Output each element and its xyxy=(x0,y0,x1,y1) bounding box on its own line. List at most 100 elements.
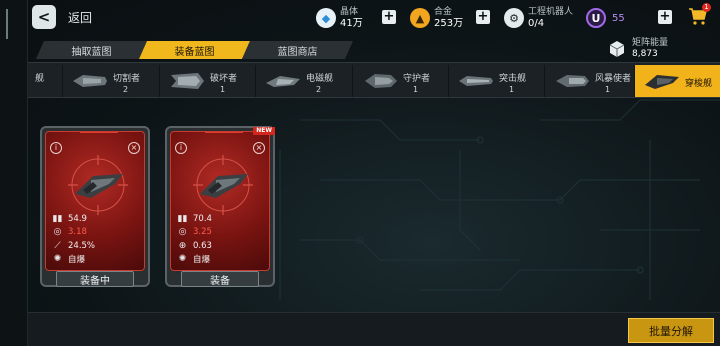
card-top-accent xyxy=(205,132,243,133)
blueprint-card[interactable]: i × ▮▮ 54.9 ◎ 3.18 ⟋ 24.5% ✺ 自爆 装备中 xyxy=(40,126,150,287)
rail-notch xyxy=(6,9,8,39)
ship-item-em[interactable]: 电磁舰 2 xyxy=(255,65,351,97)
info-icon[interactable]: i xyxy=(50,142,62,154)
tab-blueprint-shop[interactable]: 蓝图商店 xyxy=(242,41,353,59)
ship-item-assault[interactable]: 突击舰 1 xyxy=(448,65,544,97)
stat-skill: 自爆 xyxy=(193,255,211,266)
ship-icon xyxy=(645,75,679,89)
add-premium-button[interactable]: + xyxy=(658,10,672,24)
stat-row: ◎ 3.18 xyxy=(52,226,140,240)
ship-icon xyxy=(556,75,589,87)
resource-crystal-name: 晶体 xyxy=(340,7,359,17)
add-crystal-button[interactable]: + xyxy=(382,10,396,24)
ship-item-guardian[interactable]: 守护者 1 xyxy=(352,65,448,97)
stat-row: ▮▮ 70.4 xyxy=(177,212,265,226)
ship-item-destroyer[interactable]: 破坏者 1 xyxy=(159,65,255,97)
crystal-icon: ◆ xyxy=(316,8,336,28)
ship-icon xyxy=(73,75,107,87)
matrix-energy-name: 矩阵能量 xyxy=(632,38,669,48)
card-stats: ▮▮ 70.4 ◎ 3.25 ⊕ 0.63 ✺ 自爆 xyxy=(177,212,265,266)
alloy-icon: ▲ xyxy=(410,8,430,28)
resource-premium: U 55 xyxy=(586,5,625,31)
card-equip-button[interactable]: 装备 xyxy=(181,271,259,287)
ship-count: 1 xyxy=(509,85,515,94)
chevron-left-icon: < xyxy=(37,7,51,26)
ship-count: 1 xyxy=(220,85,226,94)
card-stats: ▮▮ 54.9 ◎ 3.18 ⟋ 24.5% ✺ 自爆 xyxy=(52,212,140,266)
ship-name: 切割者 xyxy=(113,74,141,84)
matrix-energy: 矩阵能量 8,873 xyxy=(608,38,668,60)
top-bar: < 返回 ◆ 晶体 41万 + ▲ 合金 253万 + ⚙ 工程机器人 0/4 … xyxy=(28,0,720,36)
bottom-bar xyxy=(28,312,720,346)
ship-item-cutter[interactable]: 切割者 2 xyxy=(62,65,158,97)
tab-draw-blueprint[interactable]: 抽取蓝图 xyxy=(36,41,147,59)
new-badge: NEW xyxy=(253,127,275,135)
ship-icon xyxy=(365,74,397,88)
stat-crit: 24.5% xyxy=(68,240,96,251)
resource-robot-value: 0/4 xyxy=(528,18,545,29)
crit-icon: ⟋ xyxy=(54,240,61,251)
resource-alloy-value: 253万 xyxy=(434,18,464,29)
skill-icon: ✺ xyxy=(53,254,62,265)
add-alloy-button[interactable]: + xyxy=(476,10,490,24)
ship-count: 1 xyxy=(413,85,419,94)
card-body: i × ▮▮ 70.4 ◎ 3.25 ⊕ 0.63 ✺ 自爆 xyxy=(170,131,270,271)
card-equipped-label[interactable]: 装备中 xyxy=(56,271,134,287)
ship-name: 破坏者 xyxy=(210,74,238,84)
ship-preview xyxy=(68,155,128,215)
left-rail xyxy=(0,0,28,346)
ship-count: 2 xyxy=(316,85,322,94)
stat-row: ◎ 3.25 xyxy=(177,226,265,240)
matrix-energy-value: 8,873 xyxy=(632,49,658,59)
stat-row: ⊕ 0.63 xyxy=(177,239,265,253)
resource-alloy-name: 合金 xyxy=(434,7,453,17)
cart-badge: 1 xyxy=(702,3,711,12)
damage-icon: ▮▮ xyxy=(52,213,63,224)
rate-icon: ◎ xyxy=(53,227,62,238)
ship-icon xyxy=(266,76,300,87)
ship-name: 风暴使者 xyxy=(595,74,632,84)
stat-row: ✺ 自爆 xyxy=(177,253,265,267)
stat-damage: 54.9 xyxy=(68,213,87,224)
back-button[interactable]: < xyxy=(32,5,56,29)
ship-item-stormbringer[interactable]: 风暴使者 1 xyxy=(544,65,640,97)
card-top-accent xyxy=(80,132,118,133)
resource-robot-name: 工程机器人 xyxy=(528,7,574,17)
ship-name: 守护者 xyxy=(403,74,431,84)
tab-bar: 抽取蓝图 装备蓝图 蓝图商店 xyxy=(36,41,345,59)
bulk-dismantle-button[interactable]: 批量分解 xyxy=(628,318,714,343)
resource-crystal: ◆ 晶体 41万 xyxy=(316,5,363,31)
robot-icon: ⚙ xyxy=(504,8,524,28)
crosshair-icon: ⊕ xyxy=(178,240,187,251)
stat-row: ⟋ 24.5% xyxy=(52,239,140,253)
stat-skill: 自爆 xyxy=(68,255,86,266)
tab-equip-blueprint[interactable]: 装备蓝图 xyxy=(139,41,250,59)
ship-item-shuttle[interactable]: 穿梭舰 xyxy=(634,65,720,97)
ship-preview xyxy=(193,155,253,215)
damage-icon: ▮▮ xyxy=(177,213,188,224)
info-icon[interactable]: i xyxy=(175,142,187,154)
resource-alloy: ▲ 合金 253万 xyxy=(410,5,463,31)
ship-name: 电磁舰 xyxy=(306,74,334,84)
cart-button[interactable]: 1 xyxy=(688,3,711,26)
back-label[interactable]: 返回 xyxy=(68,9,92,26)
stat-row: ✺ 自爆 xyxy=(52,253,140,267)
cube-icon xyxy=(609,41,625,57)
stat-row: ▮▮ 54.9 xyxy=(52,212,140,226)
stat-accuracy: 0.63 xyxy=(193,240,212,251)
stat-rate: 3.25 xyxy=(193,227,212,238)
ship-name: 穿梭舰 xyxy=(685,79,713,89)
card-body: i × ▮▮ 54.9 ◎ 3.18 ⟋ 24.5% ✺ 自爆 xyxy=(45,131,145,271)
resource-premium-value: 55 xyxy=(612,12,625,24)
ship-count: 1 xyxy=(605,85,611,94)
blueprint-card[interactable]: i × ▮▮ 70.4 ◎ 3.25 ⊕ 0.63 ✺ 自爆 NEW 装备 xyxy=(165,126,275,287)
ship-count: 2 xyxy=(123,85,129,94)
ship-name: 舰 xyxy=(35,74,45,84)
ship-icon xyxy=(459,76,493,86)
resource-crystal-value: 41万 xyxy=(340,18,363,29)
ship-icon xyxy=(171,73,204,89)
ship-strip: 舰 切割者 2 破坏者 1 电磁舰 2 守护者 1 突击舰 1 风暴使者 1 穿… xyxy=(28,62,720,98)
resource-robot: ⚙ 工程机器人 0/4 xyxy=(504,5,573,31)
ship-name: 突击舰 xyxy=(499,74,527,84)
ship-item[interactable]: 舰 xyxy=(28,65,44,97)
